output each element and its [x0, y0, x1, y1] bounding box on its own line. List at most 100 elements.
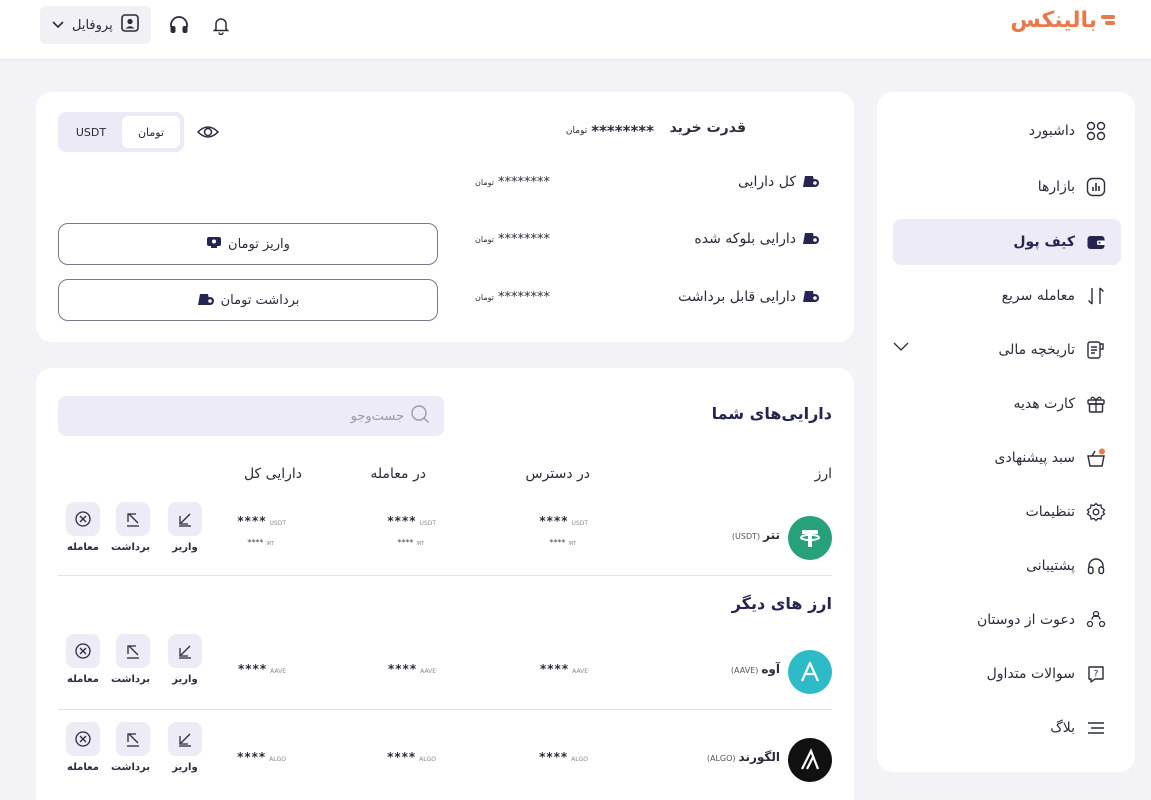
sidebar-item-quick-trade[interactable]: معامله سریع [893, 273, 1121, 319]
sidebar: داشبورد بازارها کیف پول معامله سریع تاری… [877, 92, 1135, 772]
receipt-icon [1085, 339, 1107, 361]
toman-unit: تومان [565, 126, 588, 136]
sidebar-item-wallet[interactable]: کیف پول [893, 219, 1121, 265]
sidebar-item-label: پشتیبانی [1026, 558, 1075, 574]
algo-coin-icon [788, 738, 832, 782]
grid-icon [1085, 120, 1107, 142]
total-amount: **** ALGO [237, 750, 286, 764]
money-bag-icon [197, 290, 215, 310]
column-header-currency: ارز [814, 466, 832, 482]
usdt-coin-icon [788, 516, 832, 560]
available-amount-irt: **** IRT [549, 538, 576, 547]
currency-toggle[interactable]: USDT تومان [58, 112, 184, 152]
withdraw-toman-button[interactable]: برداشت تومان [58, 279, 438, 321]
total-asset-label: کل دارایی [738, 172, 820, 192]
arrow-up-left-icon [116, 502, 150, 536]
sidebar-item-label: کارت هدیه [1013, 396, 1075, 412]
coin-name: آوه (AAVE) [730, 662, 780, 676]
deposit-action[interactable]: واریز [168, 722, 202, 773]
sidebar-item-faq[interactable]: ? سوالات متداول [893, 651, 1121, 697]
sidebar-item-settings[interactable]: تنظیمات [893, 489, 1121, 535]
blocked-asset-label: دارایی بلوکه شده [694, 229, 820, 249]
total-amount: **** USDT [237, 514, 286, 528]
currency-option-usdt[interactable]: USDT [62, 116, 120, 148]
column-header-in-trade: در معامله [370, 466, 426, 482]
aave-coin-icon [788, 650, 832, 694]
sidebar-item-invite-friends[interactable]: دعوت از دوستان [893, 597, 1121, 643]
chart-icon [1085, 176, 1107, 198]
buying-power-label: قدرت خرید [669, 120, 746, 136]
available-amount: **** AAVE [540, 662, 588, 676]
sidebar-item-label: سوالات متداول [986, 666, 1075, 682]
withdraw-action[interactable]: برداشت [111, 502, 150, 553]
sidebar-item-label: تاریخچه مالی [998, 342, 1075, 358]
buying-power-value: تومان ******** [565, 122, 654, 140]
sidebar-item-gift-card[interactable]: کارت هدیه [893, 381, 1121, 427]
sidebar-item-label: کیف پول [1013, 234, 1075, 250]
withdraw-action[interactable]: برداشت [111, 634, 150, 685]
wallet-icon [1085, 231, 1107, 253]
basket-icon [1085, 447, 1107, 469]
sidebar-item-suggested-basket[interactable]: سبد پیشنهادی [893, 435, 1121, 481]
currency-option-toman[interactable]: تومان [122, 116, 180, 148]
sidebar-item-label: تنظیمات [1025, 504, 1075, 520]
table-row: الگورند (ALGO) **** ALGO **** ALGO **** ALGO… [58, 722, 832, 798]
sidebar-item-label: معامله سریع [1001, 288, 1075, 304]
in-trade-amount: **** USDT [387, 514, 436, 528]
blocked-asset-value: تومان ******** [475, 232, 550, 247]
arrow-up-left-icon [116, 634, 150, 668]
withdrawable-asset-value: تومان ******** [475, 290, 550, 305]
trade-cycle-icon [66, 502, 100, 536]
column-header-total: دارایی کل [243, 466, 302, 482]
sidebar-item-label: داشبورد [1028, 123, 1075, 139]
eye-icon[interactable] [196, 122, 220, 146]
arrow-down-left-icon [168, 722, 202, 756]
user-icon [120, 14, 139, 36]
deposit-toman-button[interactable]: واریز تومان [58, 223, 438, 265]
other-currencies-title: ارز های دیگر [731, 594, 832, 613]
coin-name: تتر (USDT) [731, 528, 780, 542]
deposit-action[interactable]: واریز [168, 502, 202, 553]
deposit-action[interactable]: واریز [168, 634, 202, 685]
users-icon [1085, 609, 1107, 631]
money-bag-icon [802, 287, 820, 307]
trade-action[interactable]: معامله [66, 722, 100, 773]
sidebar-item-label: سبد پیشنهادی [994, 450, 1076, 466]
sidebar-item-dashboard[interactable]: داشبورد [893, 108, 1121, 154]
arrow-down-left-icon [168, 634, 202, 668]
gear-icon [1085, 501, 1107, 523]
money-bag-icon [802, 229, 820, 249]
money-bag-icon [802, 172, 820, 192]
arrow-up-left-icon [116, 722, 150, 756]
support-headset-icon[interactable] [165, 11, 193, 39]
notification-bell-icon[interactable] [207, 11, 235, 39]
logo-mark-icon [1101, 14, 1115, 27]
profile-label: پروفایل [72, 17, 113, 33]
sidebar-item-blog[interactable]: بلاگ [893, 705, 1121, 751]
top-header: بالینکس پروفایل [0, 0, 1151, 60]
chevron-down-icon [52, 18, 64, 33]
assets-title: دارایی‌های شما [711, 404, 832, 423]
search-input[interactable]: جست‌وجو [58, 396, 444, 436]
menu-icon [1085, 717, 1107, 739]
brand-name: بالینکس [1010, 8, 1097, 33]
sidebar-item-support[interactable]: پشتیبانی [893, 543, 1121, 589]
sidebar-item-markets[interactable]: بازارها [893, 164, 1121, 210]
total-asset-value: تومان ******** [475, 175, 550, 190]
gift-icon [1085, 393, 1107, 415]
chevron-down-icon[interactable] [893, 340, 909, 356]
trade-action[interactable]: معامله [66, 634, 100, 685]
balance-card: قدرت خرید تومان ******** کل دارایی تومان… [36, 92, 854, 342]
swap-icon [1085, 285, 1107, 307]
withdrawable-asset-label: دارایی قابل برداشت [678, 287, 820, 307]
in-trade-amount: **** ALGO [387, 750, 436, 764]
withdraw-action[interactable]: برداشت [111, 722, 150, 773]
brand-logo[interactable]: بالینکس [1010, 8, 1115, 33]
in-trade-amount-irt: **** IRT [397, 538, 424, 547]
profile-menu-button[interactable]: پروفایل [40, 6, 151, 44]
question-icon: ? [1085, 663, 1107, 685]
sidebar-item-financial-history[interactable]: تاریخچه مالی [893, 327, 1121, 373]
sidebar-item-label: دعوت از دوستان [976, 612, 1075, 628]
total-amount-irt: **** IRT [247, 538, 274, 547]
trade-action[interactable]: معامله [66, 502, 100, 553]
